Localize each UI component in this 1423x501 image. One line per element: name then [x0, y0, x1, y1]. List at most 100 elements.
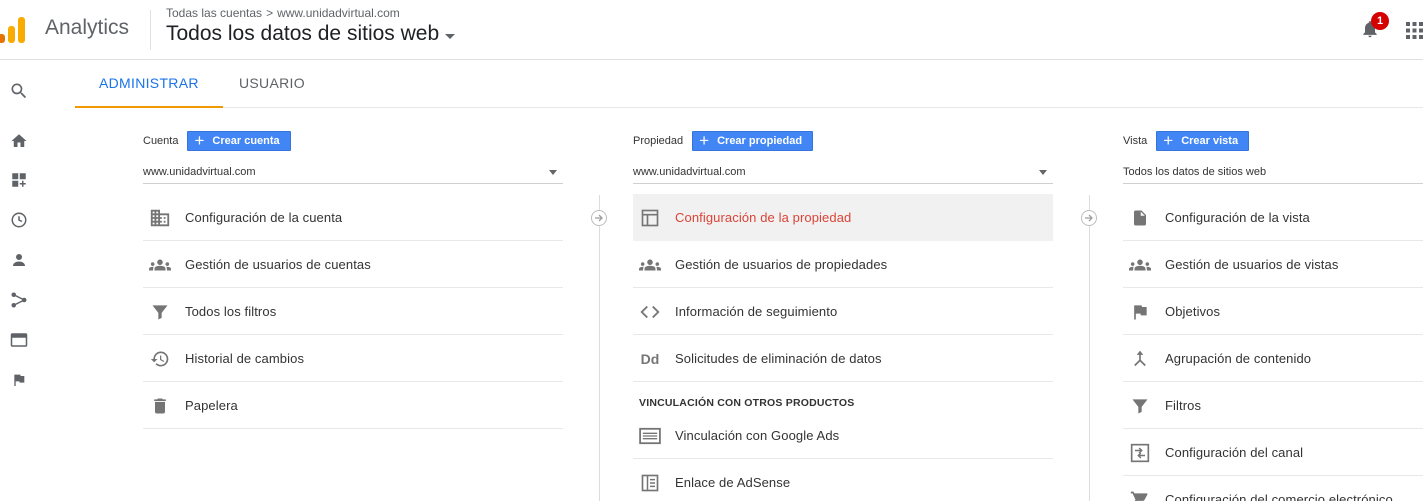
header-divider	[150, 10, 151, 50]
flag-icon	[14, 374, 25, 386]
create-property-button[interactable]: + Crear propiedad	[692, 131, 814, 151]
plus-icon: +	[699, 131, 710, 150]
view-label: Vista	[1123, 135, 1148, 147]
account-history-item[interactable]: Historial de cambios	[143, 335, 563, 382]
plus-icon: +	[194, 131, 205, 150]
view-selector[interactable]: Todos los datos de sitios web	[166, 22, 456, 46]
tracking-info-item[interactable]: Información de seguimiento	[633, 288, 1053, 335]
ads-link-icon	[639, 425, 661, 447]
filter-icon	[1129, 395, 1151, 417]
item-label: Gestión de usuarios de cuentas	[185, 256, 371, 272]
account-settings-item[interactable]: Configuración de la cuenta	[143, 194, 563, 241]
item-label: Configuración del canal	[1165, 444, 1304, 460]
property-selector[interactable]: www.unidadvirtual.com	[633, 160, 1053, 184]
item-label: Configuración de la propiedad	[675, 209, 852, 225]
account-menu: Configuración de la cuenta Gestión de us…	[143, 194, 563, 429]
app-name: Analytics	[45, 16, 130, 39]
rail-audience[interactable]	[8, 249, 30, 271]
admin-tabs: ADMINISTRAR USUARIO	[75, 60, 1423, 108]
item-label: Filtros	[1165, 397, 1202, 413]
chevron-down-icon	[549, 170, 557, 175]
left-nav-rail	[0, 60, 75, 501]
rail-behavior[interactable]	[8, 329, 30, 351]
item-label: Configuración del comercio electrónico	[1165, 491, 1393, 501]
top-header: Analytics Todas las cuentas > www.unidad…	[0, 0, 1423, 60]
apps-grid-icon[interactable]	[1406, 22, 1423, 39]
breadcrumb-accounts[interactable]: Todas las cuentas	[166, 6, 262, 20]
breadcrumb[interactable]: Todas las cuentas > www.unidadvirtual.co…	[166, 6, 400, 20]
trash-icon	[149, 395, 171, 417]
content-grouping-item[interactable]: Agrupación de contenido	[1123, 335, 1423, 382]
people-icon	[1129, 254, 1151, 276]
property-settings-item[interactable]: Configuración de la propiedad	[633, 194, 1053, 241]
item-label: Información de seguimiento	[675, 303, 838, 319]
item-label: Todos los filtros	[185, 303, 277, 319]
rail-search[interactable]	[8, 80, 30, 102]
goals-item[interactable]: Objetivos	[1123, 288, 1423, 335]
account-selected: www.unidadvirtual.com	[143, 165, 256, 178]
history-icon	[149, 348, 171, 370]
people-icon	[149, 254, 171, 276]
item-label: Vinculación con Google Ads	[675, 427, 840, 443]
item-label: Enlace de AdSense	[675, 474, 791, 490]
property-user-management-item[interactable]: Gestión de usuarios de propiedades	[633, 241, 1053, 288]
property-window-icon	[639, 207, 661, 229]
view-settings-item[interactable]: Configuración de la vista	[1123, 194, 1423, 241]
item-label: Objetivos	[1165, 303, 1221, 319]
channel-settings-icon	[1129, 442, 1151, 464]
channel-settings-item[interactable]: Configuración del canal	[1123, 429, 1423, 476]
item-label: Gestión de usuarios de propiedades	[675, 256, 888, 272]
view-filters-item[interactable]: Filtros	[1123, 382, 1423, 429]
view-user-management-item[interactable]: Gestión de usuarios de vistas	[1123, 241, 1423, 288]
analytics-logo-icon[interactable]	[0, 14, 30, 44]
cart-icon	[1129, 489, 1151, 501]
item-label: Configuración de la cuenta	[185, 209, 343, 225]
rail-conversions[interactable]	[8, 369, 30, 391]
item-label: Configuración de la vista	[1165, 209, 1310, 225]
arrow-right-icon	[1081, 210, 1097, 226]
search-icon	[11, 83, 27, 99]
view-column-selector[interactable]: Todos los datos de sitios web	[1123, 160, 1423, 184]
item-label: Solicitudes de eliminación de datos	[675, 350, 882, 366]
home-icon	[11, 134, 27, 147]
adsense-link-item[interactable]: Enlace de AdSense	[633, 459, 1053, 501]
adsense-link-icon	[639, 472, 661, 494]
notification-badge: 1	[1371, 12, 1389, 30]
breadcrumb-property[interactable]: www.unidadvirtual.com	[277, 6, 400, 20]
property-label: Propiedad	[633, 135, 684, 147]
create-view-button[interactable]: + Crear vista	[1156, 131, 1250, 151]
item-label: Papelera	[185, 397, 238, 413]
account-user-management-item[interactable]: Gestión de usuarios de cuentas	[143, 241, 563, 288]
data-deletion-icon: Dd	[640, 351, 660, 367]
account-header: Cuenta + Crear cuenta	[143, 130, 291, 152]
column-divider	[1089, 195, 1090, 501]
linked-products-heading: VINCULACIÓN CON OTROS PRODUCTOS	[639, 397, 855, 409]
view-header: Vista + Crear vista	[1123, 130, 1250, 152]
tab-usuario[interactable]: USUARIO	[215, 60, 329, 108]
property-header: Propiedad + Crear propiedad	[633, 130, 814, 152]
code-icon	[639, 301, 661, 323]
rail-realtime[interactable]	[8, 209, 30, 231]
item-label: Gestión de usuarios de vistas	[1165, 256, 1339, 272]
plus-icon: +	[1163, 131, 1174, 150]
create-property-label: Crear propiedad	[717, 135, 803, 147]
tab-administrar[interactable]: ADMINISTRAR	[75, 60, 223, 108]
rail-home[interactable]	[8, 130, 30, 152]
rail-acquisition[interactable]	[8, 289, 30, 311]
account-filters-item[interactable]: Todos los filtros	[143, 288, 563, 335]
ecommerce-settings-item[interactable]: Configuración del comercio electrónico	[1123, 476, 1423, 501]
data-deletion-item[interactable]: Dd Solicitudes de eliminación de datos	[633, 335, 1053, 382]
google-ads-link-item[interactable]: Vinculación con Google Ads	[633, 412, 1053, 459]
view-title: Todos los datos de sitios web	[166, 22, 440, 45]
filter-icon	[149, 301, 171, 323]
rail-customization[interactable]	[8, 169, 30, 191]
flag-icon	[1129, 301, 1151, 323]
breadcrumb-separator: >	[266, 6, 274, 20]
create-account-button[interactable]: + Crear cuenta	[187, 131, 291, 151]
account-selector[interactable]: www.unidadvirtual.com	[143, 160, 563, 184]
people-icon	[639, 254, 661, 276]
account-trash-item[interactable]: Papelera	[143, 382, 563, 429]
browser-window-icon	[10, 333, 28, 347]
admin-panel: ADMINISTRAR USUARIO Cuenta + Crear cuent…	[75, 60, 1423, 501]
property-selected: www.unidadvirtual.com	[633, 165, 746, 178]
